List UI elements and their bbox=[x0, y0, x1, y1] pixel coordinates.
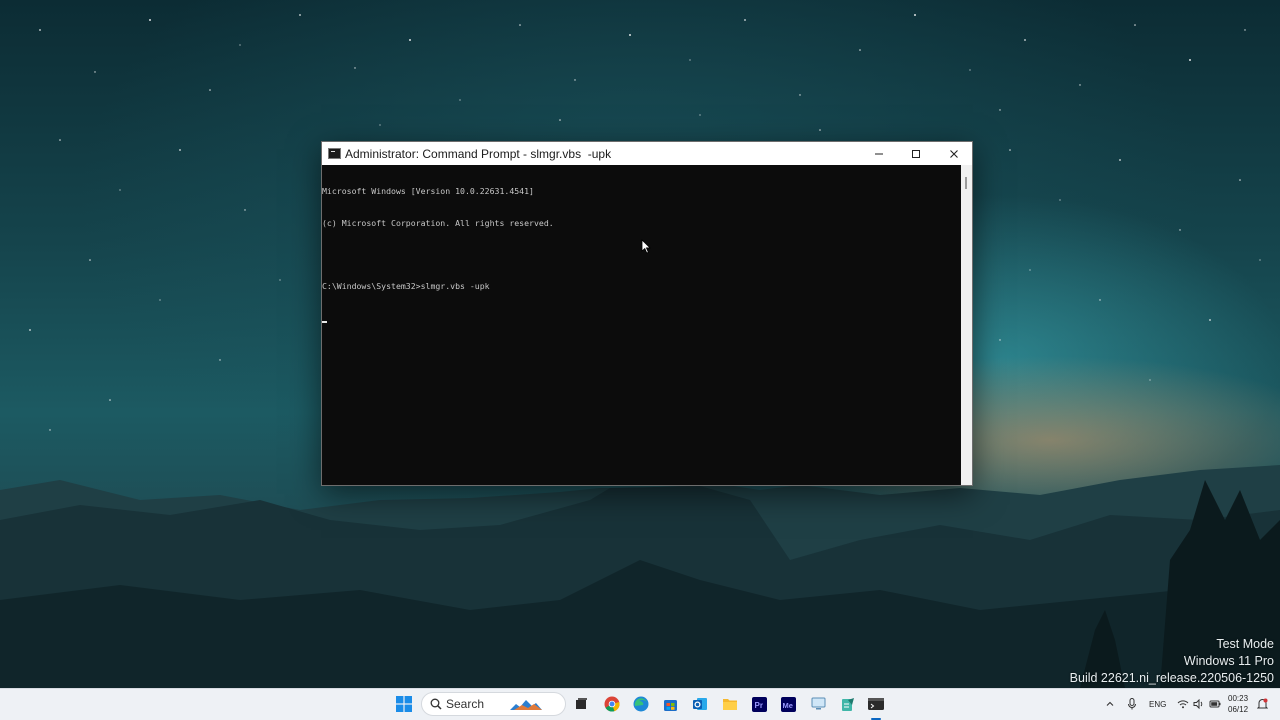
search-icon bbox=[430, 698, 442, 710]
taskbar-clock[interactable]: 00:23 06/12 bbox=[1228, 693, 1248, 715]
svg-text:Pr: Pr bbox=[754, 701, 762, 710]
edge-button[interactable] bbox=[631, 694, 651, 714]
clock-time: 00:23 bbox=[1228, 694, 1249, 703]
store-icon bbox=[663, 699, 677, 711]
clock-date: 06/12 bbox=[1228, 705, 1249, 714]
console-command-line: C:\Windows\System32>slmgr.vbs -upk bbox=[322, 280, 490, 291]
terminal-icon bbox=[868, 698, 884, 710]
minimize-button[interactable] bbox=[860, 142, 897, 165]
edge-icon bbox=[633, 696, 649, 712]
wifi-icon bbox=[1177, 700, 1189, 709]
notepad-icon bbox=[841, 697, 854, 711]
store-button[interactable] bbox=[660, 694, 680, 714]
terminal-button[interactable] bbox=[866, 694, 886, 714]
speaker-icon bbox=[1193, 699, 1203, 709]
search-label: Search bbox=[446, 697, 485, 711]
watermark-line-3: Build 22621.ni_release.220506-1250 bbox=[1069, 671, 1274, 685]
media-encoder-button[interactable]: Me bbox=[778, 694, 798, 714]
watermark-line-1: Test Mode bbox=[1216, 637, 1274, 651]
windows-start-icon bbox=[396, 696, 412, 712]
taskbar: Search Pr Me ENG 00:23 06/12 bbox=[0, 688, 1280, 720]
task-view-icon bbox=[576, 698, 587, 709]
maximize-icon bbox=[911, 149, 920, 158]
chrome-icon bbox=[604, 696, 620, 712]
svg-text:Me: Me bbox=[782, 701, 792, 710]
windows-start-button[interactable] bbox=[394, 694, 414, 714]
minimize-icon bbox=[874, 153, 883, 154]
battery-button[interactable] bbox=[1205, 694, 1225, 714]
chrome-button[interactable] bbox=[602, 694, 622, 714]
watermark-line-2: Windows 11 Pro bbox=[1183, 654, 1274, 668]
notification-bell-icon bbox=[1256, 698, 1268, 709]
remote-desktop-button[interactable] bbox=[808, 694, 828, 714]
chevron-up-icon bbox=[1106, 701, 1114, 706]
console-output[interactable]: Microsoft Windows [Version 10.0.22631.45… bbox=[322, 165, 962, 485]
media-encoder-icon: Me bbox=[780, 696, 796, 712]
outlook-icon bbox=[693, 698, 707, 710]
search-highlight-icon bbox=[510, 700, 543, 710]
mouse-pointer-icon bbox=[641, 239, 651, 254]
console-line: Microsoft Windows [Version 10.0.22631.45… bbox=[322, 186, 534, 196]
test-mode-watermark: Test Mode Windows 11 Pro Build 22621.ni_… bbox=[1070, 636, 1274, 687]
outlook-button[interactable] bbox=[690, 694, 710, 714]
folder-icon bbox=[723, 699, 737, 710]
scrollbar-thumb[interactable] bbox=[965, 177, 967, 189]
window-titlebar[interactable]: Administrator: Command Prompt - slmgr.vb… bbox=[322, 142, 972, 165]
battery-icon bbox=[1209, 700, 1221, 708]
microphone-button[interactable] bbox=[1122, 694, 1142, 714]
microphone-icon bbox=[1128, 698, 1136, 710]
premiere-pro-icon: Pr bbox=[751, 696, 767, 712]
notepad-button[interactable] bbox=[837, 694, 857, 714]
taskbar-search-box[interactable]: Search bbox=[421, 692, 566, 716]
remote-desktop-icon bbox=[811, 697, 825, 710]
input-language-indicator[interactable]: ENG bbox=[1149, 700, 1166, 709]
file-explorer-button[interactable] bbox=[720, 694, 740, 714]
vertical-scrollbar[interactable] bbox=[961, 165, 972, 485]
notifications-button[interactable] bbox=[1252, 694, 1272, 714]
window-title: Administrator: Command Prompt - slmgr.vb… bbox=[345, 146, 612, 161]
console-cursor-line bbox=[322, 312, 962, 323]
command-prompt-icon bbox=[328, 148, 341, 159]
task-view-button[interactable] bbox=[571, 694, 591, 714]
text-cursor bbox=[322, 321, 327, 323]
premiere-pro-button[interactable]: Pr bbox=[749, 694, 769, 714]
maximize-button[interactable] bbox=[897, 142, 934, 165]
command-prompt-window[interactable]: Administrator: Command Prompt - slmgr.vb… bbox=[321, 141, 973, 486]
show-hidden-icons-button[interactable] bbox=[1100, 694, 1120, 714]
console-line: (c) Microsoft Corporation. All rights re… bbox=[322, 217, 554, 228]
close-button[interactable] bbox=[935, 142, 972, 165]
close-icon bbox=[949, 149, 958, 158]
